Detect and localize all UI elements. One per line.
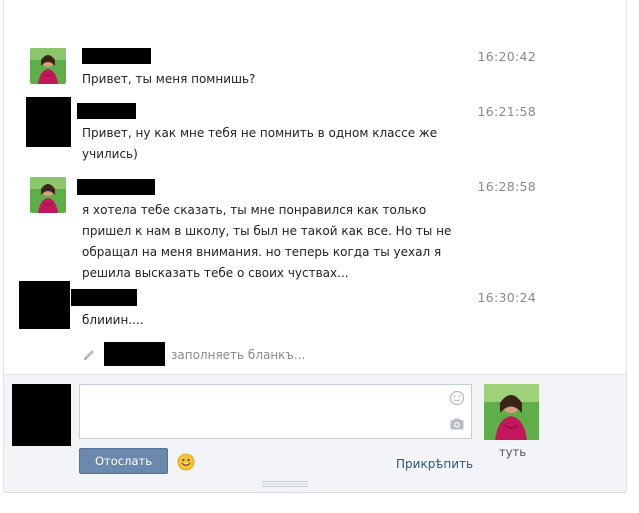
avatar-redacted[interactable] (19, 281, 70, 329)
message-line: я хотела тебе сказать, ты мне понравился… (82, 203, 427, 217)
typing-text: заполняеть бланкъ... (171, 348, 306, 362)
message-item: 16:21:58 Привет, ну как мне тебя не помн… (0, 97, 626, 167)
message-line: обращал на меня внимания. но теперь когд… (82, 245, 442, 259)
sender-name-redacted[interactable] (82, 48, 151, 64)
right-border (626, 0, 627, 492)
send-button[interactable]: Отослать (79, 448, 168, 474)
message-line: пришел к нам в школу, ты был не такой ка… (82, 224, 452, 238)
message-line: Привет, ты меня помнишь? (82, 72, 256, 86)
recipient-name[interactable]: туть (499, 445, 526, 459)
message-item: 16:28:58 я хотела тебе сказать, ты мне п… (0, 170, 626, 280)
camera-icon[interactable] (449, 416, 465, 432)
message-text: блииин.... (82, 310, 462, 331)
message-time: 16:21:58 (477, 104, 536, 119)
message-item: 16:20:42 Привет, ты меня помнишь? (0, 42, 626, 92)
message-time: 16:28:58 (477, 179, 536, 194)
message-line: Привет, ну как мне тебя не помнить в одн… (82, 126, 438, 140)
resize-grip-icon[interactable] (262, 481, 308, 487)
sender-name-redacted[interactable] (77, 179, 155, 195)
message-text: Привет, ну как мне тебя не помнить в одн… (82, 123, 462, 165)
bottom-border (4, 492, 626, 493)
message-input[interactable] (79, 384, 472, 439)
sender-name-redacted[interactable] (77, 103, 136, 119)
message-line: учились) (82, 147, 138, 161)
attach-link[interactable]: Прикрѣпить (396, 457, 473, 471)
message-time: 16:20:42 (477, 49, 536, 64)
chat-window: 16:20:42 Привет, ты меня помнишь? 16:21:… (0, 0, 639, 513)
emoji-icon[interactable] (449, 390, 465, 406)
message-text: Привет, ты меня помнишь? (82, 69, 462, 90)
typing-indicator: заполняеть бланкъ... (0, 342, 626, 368)
message-text: я хотела тебе сказать, ты мне понравился… (82, 200, 472, 284)
smile-icon[interactable] (177, 453, 195, 471)
message-line: блииин.... (82, 313, 144, 327)
pencil-icon (84, 350, 94, 360)
avatar[interactable] (30, 177, 66, 213)
compose-area: Отослать Прикрѣпить туть (4, 374, 626, 492)
message-time: 16:30:24 (477, 290, 536, 305)
avatar-redacted[interactable] (26, 97, 71, 147)
typing-user-redacted (104, 342, 165, 366)
recipient-avatar[interactable] (484, 384, 539, 440)
sender-name-redacted[interactable] (71, 289, 137, 306)
message-item: 16:30:24 блииин.... (0, 280, 626, 335)
avatar[interactable] (30, 48, 66, 84)
my-avatar-redacted[interactable] (12, 384, 71, 446)
